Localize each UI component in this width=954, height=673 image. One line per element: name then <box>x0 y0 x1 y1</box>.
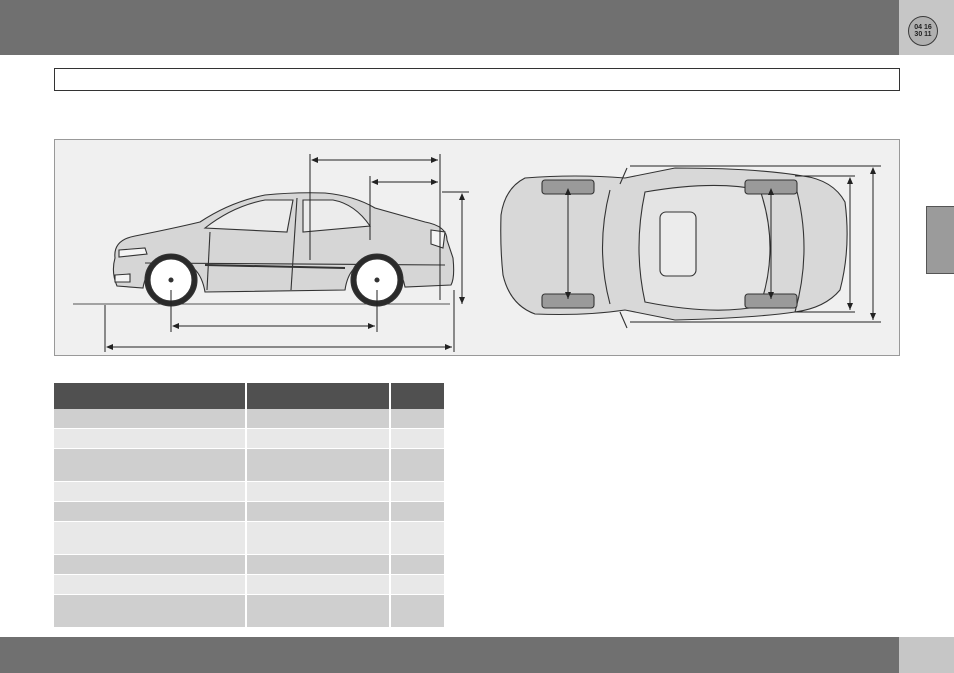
table-cell <box>247 595 391 627</box>
badge-line-1: 04 16 <box>914 24 932 31</box>
table-header-cell <box>247 383 391 409</box>
table-cell <box>391 409 444 428</box>
table-cell <box>391 555 444 574</box>
top-header-bar <box>0 0 899 55</box>
table-cell <box>247 555 391 574</box>
table-cell <box>247 502 391 521</box>
table-cell <box>247 449 391 481</box>
table-cell <box>391 522 444 554</box>
table-row <box>54 554 444 574</box>
table-cell <box>247 409 391 428</box>
page-number-block <box>899 637 954 673</box>
table-header-cell <box>54 383 247 409</box>
table-cell <box>54 409 247 428</box>
table-cell <box>391 449 444 481</box>
side-view-car <box>73 192 455 307</box>
table-cell <box>391 502 444 521</box>
table-cell <box>391 482 444 501</box>
table-cell <box>54 482 247 501</box>
badge-line-2: 30 11 <box>914 31 932 38</box>
dimensions-table <box>54 383 444 627</box>
table-cell <box>54 429 247 448</box>
table-cell <box>54 595 247 627</box>
table-body <box>54 409 444 627</box>
table-cell <box>54 502 247 521</box>
section-title-box <box>54 68 900 91</box>
table-cell <box>54 449 247 481</box>
table-header-cell <box>391 383 444 409</box>
table-header-row <box>54 383 444 409</box>
table-cell <box>247 522 391 554</box>
dimensions-diagram <box>54 139 900 356</box>
badge-icon: 04 16 30 11 <box>908 16 938 46</box>
chapter-tab[interactable] <box>926 206 954 274</box>
table-row <box>54 594 444 627</box>
table-cell <box>54 555 247 574</box>
table-cell <box>54 522 247 554</box>
table-cell <box>247 482 391 501</box>
table-row <box>54 428 444 448</box>
table-cell <box>247 575 391 594</box>
car-dimensions-svg <box>73 154 881 352</box>
table-row <box>54 521 444 554</box>
table-row <box>54 501 444 521</box>
bottom-footer-bar <box>0 637 899 673</box>
table-cell <box>391 429 444 448</box>
table-row <box>54 409 444 428</box>
table-cell <box>247 429 391 448</box>
table-row <box>54 448 444 481</box>
table-cell <box>54 575 247 594</box>
table-cell <box>391 595 444 627</box>
table-row <box>54 574 444 594</box>
table-row <box>54 481 444 501</box>
table-cell <box>391 575 444 594</box>
top-view-car <box>500 167 848 329</box>
